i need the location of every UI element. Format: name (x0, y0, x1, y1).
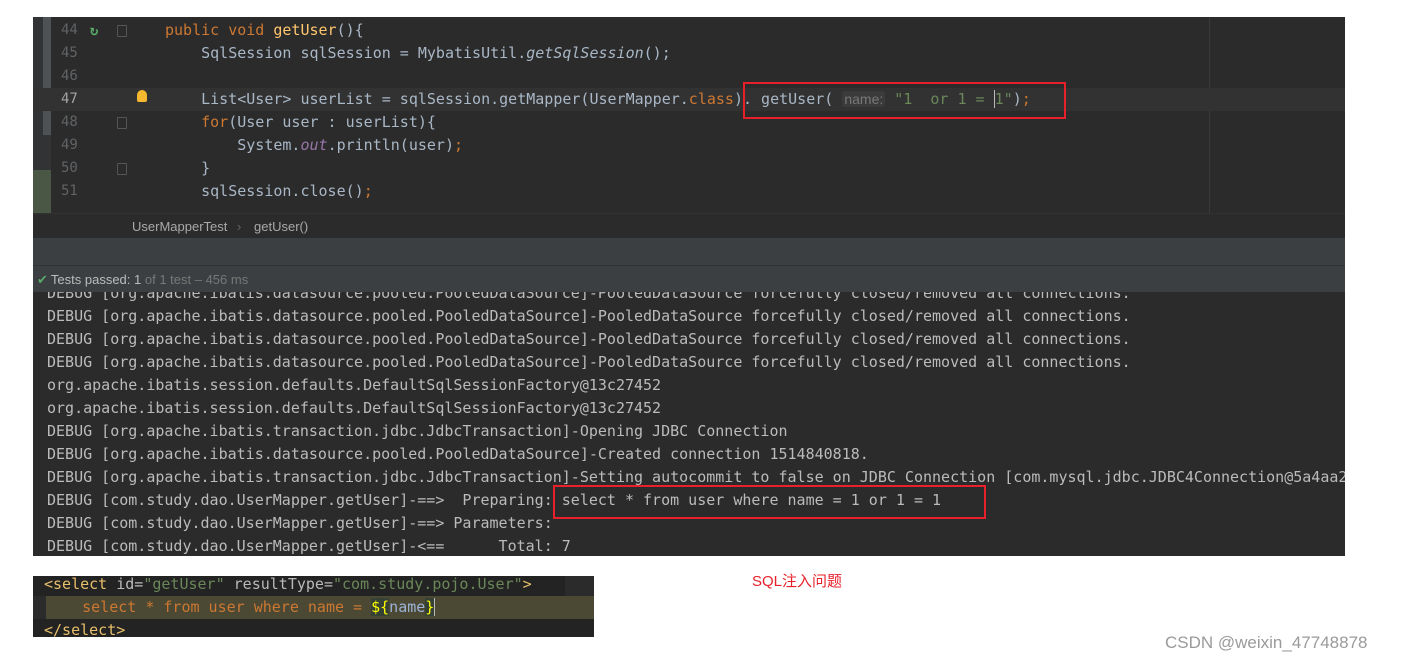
code-text: System.out.println(user); (165, 134, 463, 157)
line-number: 51 (61, 183, 78, 199)
line-number: 49 (61, 137, 78, 153)
code-line[interactable]: 45 SqlSession sqlSession = MybatisUtil.g… (33, 42, 1345, 65)
code-text: sqlSession.close(); (165, 180, 373, 203)
annotation-label: SQL注入问题 (752, 573, 843, 590)
highlight-box-sql (553, 485, 986, 519)
code-line[interactable]: 44 public void getUser(){ (33, 19, 1345, 42)
line-number: 48 (61, 114, 78, 130)
code-token: } (165, 159, 211, 177)
check-icon: ✔ (37, 272, 48, 287)
tests-passed-label: Tests passed: (50, 272, 135, 287)
breadcrumb-method[interactable]: getUser() (254, 214, 308, 239)
console-line: DEBUG [org.apache.ibatis.datasource.pool… (47, 353, 1131, 371)
breadcrumb-separator: › (237, 219, 242, 234)
console-line: DEBUG [org.apache.ibatis.transaction.jdb… (47, 422, 788, 440)
code-token: class (688, 90, 734, 108)
code-token: SqlSession sqlSession = MybatisUtil. (165, 44, 527, 62)
code-token: List<User> userList = sqlSession.getMapp… (165, 90, 689, 108)
code-text: public void getUser(){ (165, 19, 364, 42)
code-line[interactable]: 51 sqlSession.close(); (33, 180, 1345, 203)
code-line[interactable]: 46 (33, 65, 1345, 88)
highlight-box-call (743, 82, 1066, 119)
run-test-icon[interactable]: ↻ (90, 23, 98, 39)
console-line: org.apache.ibatis.session.defaults.Defau… (47, 376, 662, 394)
code-token: System. (165, 136, 301, 154)
fold-icon[interactable] (117, 163, 127, 175)
line-number: 44 (61, 22, 78, 38)
code-token: for (165, 113, 229, 131)
code-text: SqlSession sqlSession = MybatisUtil.getS… (165, 42, 671, 65)
watermark: CSDN @weixin_47748878 (1165, 633, 1368, 652)
code-token: (User user : userList){ (228, 113, 436, 131)
line-number: 47 (61, 91, 78, 107)
code-token: (); (643, 44, 671, 62)
code-token: sqlSession.close() (165, 182, 364, 200)
code-token: out (300, 136, 328, 154)
code-line[interactable]: 49 System.out.println(user); (33, 134, 1345, 157)
code-line[interactable]: 47 List<User> userList = sqlSession.getM… (33, 88, 1345, 111)
code-token: public void (165, 21, 274, 39)
tests-summary: of 1 test – 456 ms (141, 272, 249, 287)
code-token: ; (454, 136, 464, 154)
toolbar-area (33, 238, 1345, 265)
code-token: getSqlSession (526, 44, 644, 62)
line-number: 45 (61, 45, 78, 61)
console-line: DEBUG [org.apache.ibatis.datasource.pool… (47, 330, 1131, 348)
console-line: org.apache.ibatis.session.defaults.Defau… (47, 399, 662, 417)
code-line[interactable]: 50 } (33, 157, 1345, 180)
mapper-xml-snippet: <select id="getUser" resultType="com.stu… (33, 576, 594, 637)
code-token: ; (363, 182, 373, 200)
xml-line: </select> (33, 619, 594, 637)
lightbulb-icon[interactable] (137, 90, 147, 102)
console-line: DEBUG [com.study.dao.UserMapper.getUser]… (47, 514, 562, 532)
code-text: for(User user : userList){ (165, 111, 436, 134)
line-number: 46 (61, 68, 78, 84)
breadcrumb-class[interactable]: UserMapperTest (132, 214, 227, 239)
console-line: DEBUG [org.apache.ibatis.datasource.pool… (47, 307, 1131, 325)
code-token: getUser (273, 21, 337, 39)
fold-icon[interactable] (117, 117, 127, 129)
code-token: (){ (336, 21, 364, 39)
code-text: } (165, 157, 210, 180)
code-editor[interactable]: 44 public void getUser(){45 SqlSession sq… (33, 17, 1345, 213)
fold-icon[interactable] (117, 25, 127, 37)
xml-line: select * from user where name = ${name} (33, 596, 594, 619)
code-token: .println(user) (327, 136, 454, 154)
code-line[interactable]: 48 for(User user : userList){ (33, 111, 1345, 134)
console-line: DEBUG [com.study.dao.UserMapper.getUser]… (47, 537, 571, 555)
console-line: DEBUG [org.apache.ibatis.datasource.pool… (47, 445, 869, 463)
breadcrumb: UserMapperTest › getUser() (33, 213, 1345, 238)
test-status-bar: ✔ Tests passed: 1 of 1 test – 456 ms (33, 265, 1345, 292)
xml-line: <select id="getUser" resultType="com.stu… (33, 576, 565, 596)
line-number: 50 (61, 160, 78, 176)
console-line: DEBUG [org.apache.ibatis.datasource.pool… (47, 292, 1131, 302)
